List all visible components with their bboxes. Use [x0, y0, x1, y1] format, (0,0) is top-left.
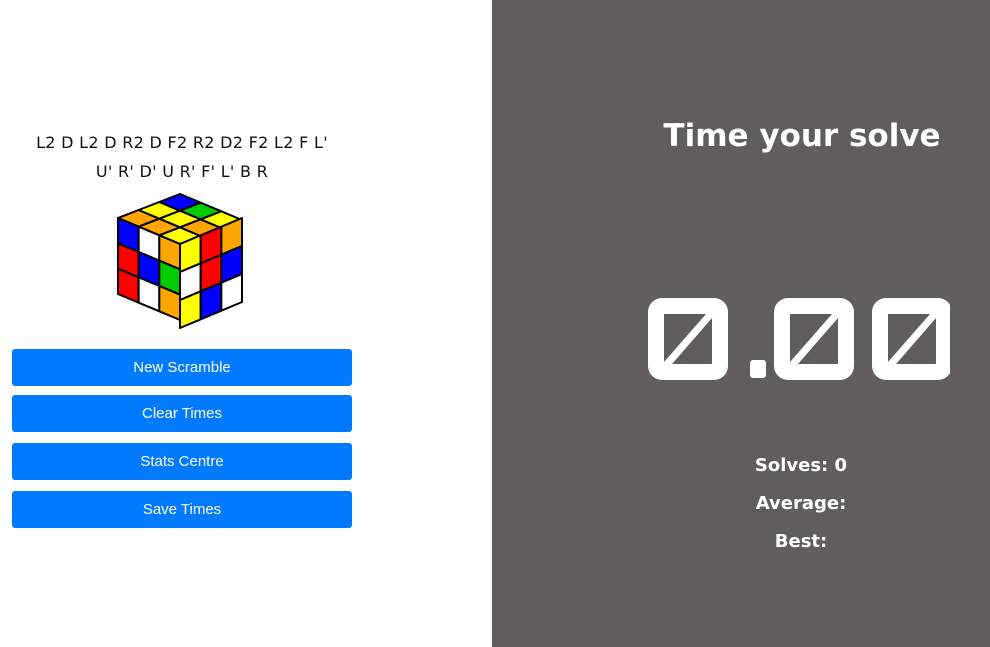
scramble-text: L2 D L2 D R2 D F2 R2 D2 F2 L2 F L' U' R'… [22, 128, 342, 186]
timer-digit [648, 298, 728, 380]
best-time: Best: [651, 531, 951, 552]
solves-label: Solves: [754, 455, 829, 476]
timer-digit [872, 298, 950, 380]
new-scramble-button[interactable]: New Scramble [12, 349, 352, 386]
clear-times-button[interactable]: Clear Times [12, 395, 352, 432]
stats-centre-button[interactable]: Stats Centre [12, 443, 352, 480]
timer-display [648, 298, 950, 380]
scramble-panel: L2 D L2 D R2 D F2 R2 D2 F2 L2 F L' U' R'… [0, 0, 492, 647]
scramble-line-1: L2 D L2 D R2 D F2 R2 D2 F2 L2 F L' [36, 133, 328, 152]
average-label: Average: [755, 493, 847, 514]
timer-heading: Time your solve [663, 118, 941, 154]
best-label: Best: [774, 531, 828, 552]
timer-decimal-point [750, 360, 766, 378]
solves-count: Solves: 0 [651, 455, 951, 476]
scramble-line-2: U' R' D' U R' F' L' B R [95, 162, 269, 181]
timer-panel[interactable]: Time your solve Solves: 0 Average: Best: [492, 0, 990, 647]
save-times-button[interactable]: Save Times [12, 491, 352, 528]
cube-image [117, 193, 243, 329]
solves-value: 0 [834, 455, 848, 476]
timer-digit [774, 298, 854, 380]
cube-preview [112, 190, 248, 332]
average-time: Average: [651, 493, 951, 514]
